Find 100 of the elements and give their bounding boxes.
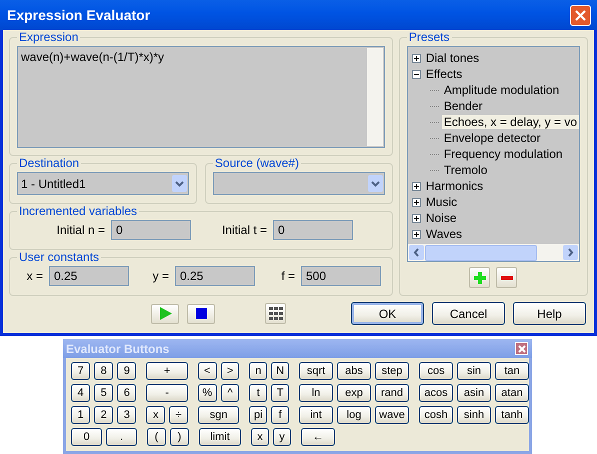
- tree-item[interactable]: Harmonics: [424, 179, 486, 193]
- tree-item[interactable]: Envelope detector: [442, 131, 543, 145]
- keypad-button[interactable]: [265, 303, 286, 324]
- key-button[interactable]: ): [170, 428, 189, 446]
- key-button[interactable]: sin: [457, 362, 492, 380]
- tree-item[interactable]: Dial tones: [424, 51, 482, 65]
- close-icon: [575, 10, 586, 20]
- expand-icon[interactable]: [412, 214, 421, 222]
- group-label: Incremented variables: [18, 204, 138, 218]
- tree-item[interactable]: Noise: [424, 211, 458, 225]
- input-field[interactable]: 0.25: [175, 266, 255, 286]
- expand-icon[interactable]: [412, 182, 421, 190]
- key-button[interactable]: -: [146, 384, 188, 402]
- tree-item[interactable]: Waves: [424, 227, 464, 241]
- expand-icon[interactable]: [412, 230, 421, 238]
- input-field[interactable]: 500: [301, 266, 381, 286]
- key-button[interactable]: +: [146, 362, 188, 380]
- field-label: f =: [280, 269, 295, 283]
- key-button[interactable]: 8: [94, 362, 114, 380]
- field-label: Initial t =: [220, 223, 267, 237]
- key-button[interactable]: wave: [375, 406, 410, 424]
- key-button[interactable]: .: [106, 428, 137, 446]
- key-button[interactable]: 9: [117, 362, 136, 380]
- expression-field[interactable]: wave(n)+wave(n-(1/T)*x)*y: [17, 46, 385, 148]
- key-button[interactable]: tanh: [495, 406, 530, 424]
- tree-item[interactable]: Tremolo: [442, 163, 490, 177]
- key-button[interactable]: cosh: [419, 406, 454, 424]
- tree-item[interactable]: Echoes, x = delay, y = vo: [442, 115, 579, 129]
- key-button[interactable]: N: [271, 362, 290, 380]
- field-label: y =: [152, 269, 169, 283]
- remove-button[interactable]: [496, 267, 518, 288]
- input-field[interactable]: 0: [111, 220, 191, 240]
- window-title: Evaluator Buttons: [66, 342, 170, 356]
- key-button[interactable]: 7: [71, 362, 90, 380]
- dialog-button[interactable]: Help: [513, 302, 586, 325]
- tree-item[interactable]: Amplitude modulation: [442, 83, 562, 97]
- tree-item[interactable]: Effects: [424, 67, 464, 81]
- key-button[interactable]: rand: [375, 384, 410, 402]
- input-field[interactable]: 0.25: [49, 266, 129, 286]
- scroll-bar[interactable]: [366, 48, 383, 146]
- tree-item[interactable]: Music: [424, 195, 460, 209]
- key-button[interactable]: <: [198, 362, 217, 380]
- key-button[interactable]: asin: [457, 384, 492, 402]
- key-button[interactable]: step: [375, 362, 410, 380]
- key-button[interactable]: 6: [117, 384, 136, 402]
- key-button[interactable]: %: [198, 384, 217, 402]
- key-button[interactable]: sgn: [198, 406, 240, 424]
- key-button[interactable]: 2: [94, 406, 114, 424]
- key-button[interactable]: sqrt: [299, 362, 334, 380]
- key-button[interactable]: int: [299, 406, 334, 424]
- key-button[interactable]: t: [249, 384, 268, 402]
- key-button[interactable]: atan: [495, 384, 530, 402]
- destination-dropdown[interactable]: 1 - Untitled1: [17, 172, 189, 195]
- key-button[interactable]: 5: [94, 384, 114, 402]
- key-button[interactable]: ^: [220, 384, 240, 402]
- key-button[interactable]: limit: [199, 428, 241, 446]
- key-button[interactable]: T: [271, 384, 290, 402]
- collapse-icon[interactable]: [412, 70, 421, 78]
- window-title: Expression Evaluator: [7, 7, 150, 23]
- key-button[interactable]: ÷: [169, 406, 188, 424]
- expand-icon[interactable]: [412, 54, 421, 62]
- key-button[interactable]: (: [147, 428, 166, 446]
- group-label: Expression: [18, 30, 80, 44]
- dialog-button[interactable]: Cancel: [432, 302, 505, 325]
- key-button[interactable]: ←: [301, 428, 335, 446]
- group-label: Presets: [408, 30, 450, 44]
- key-button[interactable]: sinh: [457, 406, 492, 424]
- close-icon: [518, 344, 526, 352]
- key-button[interactable]: cos: [419, 362, 454, 380]
- key-button[interactable]: x: [146, 406, 166, 424]
- key-button[interactable]: y: [273, 428, 291, 446]
- key-button[interactable]: exp: [337, 384, 372, 402]
- key-button[interactable]: log: [337, 406, 372, 424]
- key-button[interactable]: ln: [299, 384, 334, 402]
- scroll-bar[interactable]: [408, 244, 579, 261]
- input-field[interactable]: 0: [273, 220, 353, 240]
- close-button[interactable]: [570, 4, 591, 26]
- key-button[interactable]: >: [220, 362, 240, 380]
- key-button[interactable]: abs: [337, 362, 372, 380]
- close-button[interactable]: [515, 342, 528, 355]
- expression-text: wave(n)+wave(n-(1/T)*x)*y: [21, 50, 164, 64]
- tree-item[interactable]: Frequency modulation: [442, 147, 565, 161]
- key-button[interactable]: tan: [495, 362, 530, 380]
- key-button[interactable]: n: [249, 362, 268, 380]
- key-button[interactable]: 3: [117, 406, 136, 424]
- key-button[interactable]: 4: [71, 384, 90, 402]
- stop-button[interactable]: [187, 304, 215, 324]
- key-button[interactable]: acos: [419, 384, 454, 402]
- key-button[interactable]: x: [251, 428, 269, 446]
- key-button[interactable]: 0: [71, 428, 102, 446]
- expand-icon[interactable]: [412, 198, 421, 206]
- dialog-button[interactable]: OK: [351, 302, 424, 325]
- key-button[interactable]: f: [271, 406, 290, 424]
- tree-item[interactable]: Bender: [442, 99, 485, 113]
- minus-icon: [500, 276, 513, 280]
- key-button[interactable]: 1: [71, 406, 90, 424]
- key-button[interactable]: pi: [249, 406, 268, 424]
- field-label: Initial n =: [56, 223, 105, 237]
- group-label: User constants: [18, 250, 100, 264]
- grid-icon: [268, 306, 282, 320]
